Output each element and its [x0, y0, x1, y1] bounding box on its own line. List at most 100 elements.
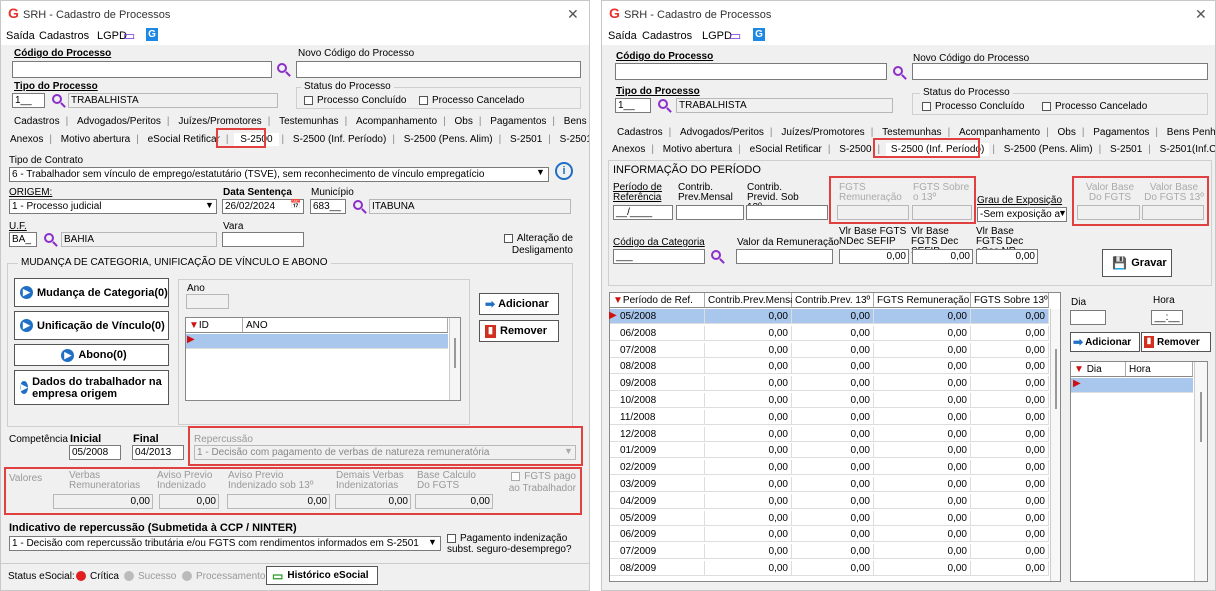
close-icon[interactable]: ✕: [567, 6, 579, 23]
dia-hora-grid[interactable]: ▼ Dia Hora ▶: [1070, 361, 1208, 582]
menu-cadastros[interactable]: Cadastros: [39, 30, 89, 42]
tab-testemunhas[interactable]: Testemunhas: [276, 116, 341, 127]
tab-obs[interactable]: Obs: [452, 116, 476, 127]
gravar-button[interactable]: 💾 Gravar: [1102, 249, 1172, 277]
tab-s2500-periodo[interactable]: S-2500 (Inf. Período): [290, 134, 389, 145]
table-row[interactable]: 06/2009 0,00 0,00 0,00 0,00: [610, 527, 1049, 543]
menu-cadastros[interactable]: Cadastros: [642, 30, 692, 42]
indicativo-select[interactable]: 1 - Decisão com repercussão tributária e…: [9, 536, 441, 551]
table-row[interactable]: 04/2009 0,00 0,00 0,00 0,00: [610, 493, 1049, 509]
grid-header-periodo[interactable]: ▼Período de Ref.: [610, 293, 705, 308]
search-icon[interactable]: [277, 63, 287, 73]
tab-testemunhas[interactable]: Testemunhas: [879, 127, 944, 138]
grid-header-contrib-mensal[interactable]: Contrib.Prev.Mensal: [705, 293, 798, 308]
table-row[interactable]: 05/2009 0,00 0,00 0,00 0,00: [610, 510, 1049, 526]
search-icon[interactable]: [44, 233, 54, 243]
table-row[interactable]: 02/2009 0,00 0,00 0,00 0,00: [610, 460, 1049, 476]
tab-s2500[interactable]: S-2500: [836, 144, 874, 155]
periodo-grid[interactable]: ▼Período de Ref. Contrib.Prev.Mensal Con…: [609, 292, 1061, 582]
dia-input[interactable]: [1070, 310, 1106, 325]
chevron-down-icon[interactable]: ▼: [205, 200, 214, 210]
mudanca-categoria-button[interactable]: ▶ Mudança de Categoria(0): [14, 278, 169, 307]
grid-header-id[interactable]: ▼ID: [186, 318, 243, 333]
remover-button[interactable]: ▮ Remover: [1141, 332, 1211, 352]
vlr-dec-sefip-input[interactable]: 0,00: [912, 249, 973, 264]
close-icon[interactable]: ✕: [1195, 6, 1207, 23]
menu-lgpd[interactable]: LGPD: [702, 30, 732, 42]
grid-scrollbar[interactable]: [449, 318, 460, 400]
grid-header-fgts-13[interactable]: FGTS Sobre 13º: [971, 293, 1049, 308]
historico-esocial-button[interactable]: ▭ Histórico eSocial: [266, 566, 378, 585]
tab-cadastros[interactable]: Cadastros: [11, 116, 63, 127]
table-row[interactable]: 11/2008 0,00 0,00 0,00 0,00: [610, 409, 1049, 425]
table-row[interactable]: 09/2008 0,00 0,00 0,00 0,00: [610, 376, 1049, 392]
unificacao-vinculo-button[interactable]: ▶ Unificação de Vínculo(0): [14, 311, 169, 340]
grid-header-dia[interactable]: ▼ Dia: [1071, 362, 1126, 377]
novo-codigo-input[interactable]: [912, 63, 1208, 80]
search-icon[interactable]: [893, 66, 903, 76]
tipo-contrato-select[interactable]: 6 - Trabalhador sem vínculo de emprego/e…: [9, 167, 549, 182]
cod-categoria-input[interactable]: ___: [613, 249, 705, 264]
table-row[interactable]: 01/2009 0,00 0,00 0,00 0,00: [610, 443, 1049, 459]
table-row[interactable]: 10/2008 0,00 0,00 0,00 0,00: [610, 393, 1049, 408]
grid-row[interactable]: ▶: [186, 334, 448, 349]
tab-cadastros[interactable]: Cadastros: [614, 127, 666, 138]
novo-codigo-input[interactable]: [296, 61, 581, 78]
chevron-down-icon[interactable]: ▼: [536, 167, 545, 177]
monitor-icon[interactable]: ▭: [729, 28, 741, 44]
g-icon[interactable]: G: [753, 28, 765, 41]
tab-bens[interactable]: Bens Penh.: [1164, 127, 1215, 138]
table-row[interactable]: 12/2008 0,00 0,00 0,00 0,00: [610, 426, 1049, 442]
valor-rem-input[interactable]: [736, 249, 833, 264]
tab-motivo[interactable]: Motivo abertura: [58, 134, 133, 145]
tab-pagamentos[interactable]: Pagamentos: [1090, 127, 1152, 138]
pagamento-checkbox[interactable]: Pagamento indenização subst. seguro-dese…: [447, 533, 575, 555]
vlr-esoc-input[interactable]: 0,00: [976, 249, 1038, 264]
search-icon[interactable]: [353, 200, 363, 210]
monitor-icon[interactable]: ▭: [123, 28, 135, 44]
tab-anexos[interactable]: Anexos: [609, 144, 648, 155]
tipo-code-input[interactable]: 1__: [615, 98, 651, 113]
tab-advogados[interactable]: Advogados/Peritos: [74, 116, 164, 127]
tab-advogados[interactable]: Advogados/Peritos: [677, 127, 767, 138]
vara-input[interactable]: [222, 232, 304, 247]
grid-scrollbar[interactable]: [1050, 309, 1060, 581]
hora-input[interactable]: __:__: [1151, 310, 1183, 325]
tab-s2501-compl[interactable]: S-2501(Inf.Compl): [1157, 144, 1215, 155]
table-row[interactable]: 08/2009 0,00 0,00 0,00 0,00: [610, 561, 1049, 576]
grid-header-contrib-13[interactable]: Contrib.Prev. 13º: [792, 293, 874, 308]
tab-juizes[interactable]: Juízes/Promotores: [778, 127, 867, 138]
calendar-icon[interactable]: 📅: [290, 199, 301, 210]
uf-code-input[interactable]: BA_: [9, 232, 37, 247]
g-icon[interactable]: G: [146, 28, 158, 41]
periodo-ref-input[interactable]: __/____: [613, 205, 673, 220]
table-row[interactable]: 05/2008 0,00 0,00 0,00 0,00 ▶: [609, 309, 1049, 324]
grau-select[interactable]: -Sem exposição a: [977, 207, 1067, 222]
tipo-code-input[interactable]: 1__: [12, 93, 45, 108]
grid-header-ano[interactable]: ANO: [243, 318, 448, 333]
contrib-mensal-input[interactable]: [676, 205, 744, 220]
tab-anexos[interactable]: Anexos: [7, 134, 46, 145]
info-icon[interactable]: i: [555, 162, 573, 180]
tab-pagamentos[interactable]: Pagamentos: [487, 116, 549, 127]
table-row[interactable]: 06/2008 0,00 0,00 0,00 0,00: [610, 325, 1049, 341]
tab-s2500-pens[interactable]: S-2500 (Pens. Alim): [1001, 144, 1096, 155]
municipio-code-input[interactable]: 683__: [310, 199, 346, 214]
table-row[interactable]: 08/2008 0,00 0,00 0,00 0,00: [610, 359, 1049, 375]
tab-s2501[interactable]: S-2501: [1107, 144, 1145, 155]
dados-trabalhador-button[interactable]: ▶ Dados do trabalhador na empresa origem: [14, 370, 169, 405]
codigo-input[interactable]: [615, 63, 887, 80]
contrib-13-input[interactable]: [746, 205, 828, 220]
grid-scrollbar[interactable]: [1194, 362, 1207, 581]
adicionar-button[interactable]: ➡ Adicionar: [1070, 332, 1140, 352]
adicionar-button[interactable]: ➡ Adicionar: [479, 293, 559, 315]
menu-saida[interactable]: Saída: [6, 30, 35, 42]
ano-grid[interactable]: ▼ID ANO ▶: [185, 317, 461, 401]
inicial-input[interactable]: 05/2008: [69, 445, 121, 460]
concluido-checkbox[interactable]: Processo Concluído: [922, 101, 1025, 112]
tab-s2500-pens[interactable]: S-2500 (Pens. Alim): [401, 134, 496, 145]
final-input[interactable]: 04/2013: [132, 445, 184, 460]
cancelado-checkbox[interactable]: Processo Cancelado: [419, 95, 524, 106]
chevron-down-icon[interactable]: ▼: [428, 537, 437, 547]
search-icon[interactable]: [658, 99, 668, 109]
